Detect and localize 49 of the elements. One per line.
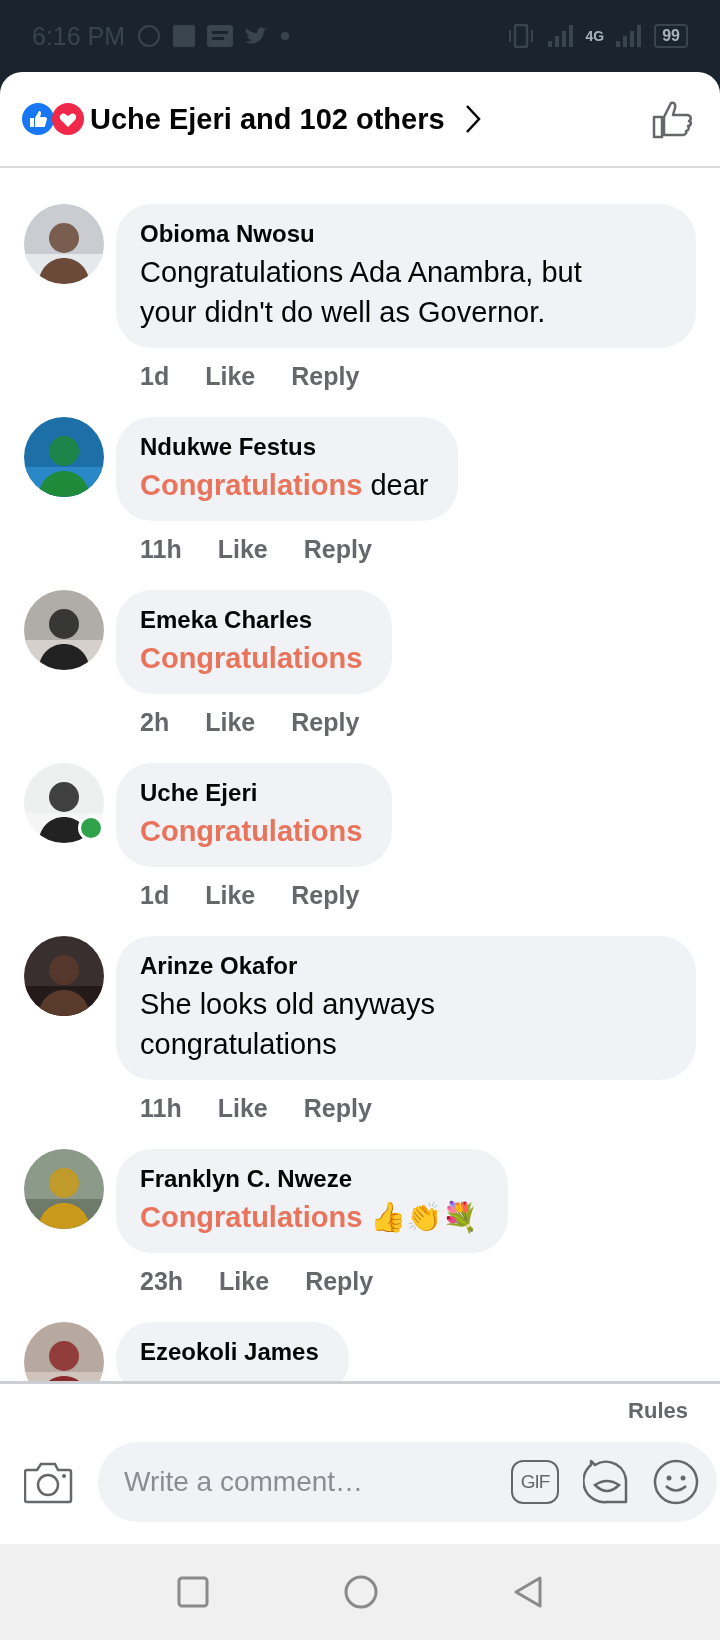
commenter-name[interactable]: Emeka Charles: [140, 606, 363, 634]
comment-time: 1d: [140, 362, 170, 391]
commenter-name[interactable]: Franklyn C. Nweze: [140, 1165, 479, 1193]
reply-link[interactable]: Reply: [303, 535, 372, 564]
comment-text: Congratulations Ada Anambra, but your didn't do well as Governor.: [140, 255, 583, 330]
reactions-summary[interactable]: Uche Ejeri and 102 others: [90, 102, 445, 136]
comment-time: 23h: [140, 1267, 184, 1296]
comment-time: 2h: [140, 708, 170, 737]
reply-link[interactable]: Reply: [303, 1094, 372, 1123]
rules-link[interactable]: Rules: [628, 1398, 688, 1424]
recent-apps-button[interactable]: [177, 1576, 209, 1608]
commenter-name[interactable]: Arinze Okafor: [140, 952, 636, 980]
battery-level: 99: [654, 24, 688, 48]
heart-reaction-icon: [52, 103, 84, 135]
comment-time: 11h: [140, 535, 182, 564]
news-icon: [207, 25, 234, 47]
signal-icon: [616, 25, 643, 47]
bird-icon: [245, 26, 270, 46]
like-link[interactable]: Like: [205, 881, 256, 910]
like-link[interactable]: Like: [205, 708, 256, 737]
commenter-name[interactable]: Ezeokoli James: [140, 1338, 319, 1366]
signal-icon: [547, 25, 574, 47]
comment-time: 11h: [140, 1094, 182, 1123]
commenter-name[interactable]: Ndukwe Festus: [140, 433, 429, 461]
commenter-name[interactable]: Uche Ejeri: [140, 779, 363, 807]
dot-icon: [281, 32, 290, 40]
reply-link[interactable]: Reply: [305, 1267, 374, 1296]
like-link[interactable]: Like: [205, 362, 256, 391]
comment-text: She looks old anyways congratulations: [140, 987, 436, 1062]
reply-link[interactable]: Reply: [291, 708, 360, 737]
emoji-icon[interactable]: [653, 1459, 699, 1505]
reply-link[interactable]: Reply: [291, 362, 360, 391]
comment-time: 1d: [140, 881, 170, 910]
comment-text: Congratulations dear: [140, 468, 429, 503]
like-link[interactable]: Like: [217, 1094, 268, 1123]
sticker-icon[interactable]: [583, 1459, 629, 1505]
comment-input-field[interactable]: Write a comment… GIF: [98, 1442, 717, 1522]
like-reaction-icon: [22, 103, 54, 135]
home-button[interactable]: [344, 1575, 378, 1609]
commenter-name[interactable]: Obioma Nwosu: [140, 220, 636, 248]
reply-link[interactable]: Reply: [291, 881, 360, 910]
gif-button[interactable]: GIF: [511, 1460, 559, 1504]
like-link[interactable]: Like: [217, 535, 268, 564]
thumbs-up-icon[interactable]: [652, 99, 694, 139]
comment-text: Congratulations 👍👏💐: [140, 1199, 479, 1236]
network-type: 4G: [585, 28, 605, 44]
camera-icon[interactable]: [24, 1460, 74, 1504]
like-link[interactable]: Like: [219, 1267, 270, 1296]
back-button[interactable]: [513, 1575, 543, 1609]
